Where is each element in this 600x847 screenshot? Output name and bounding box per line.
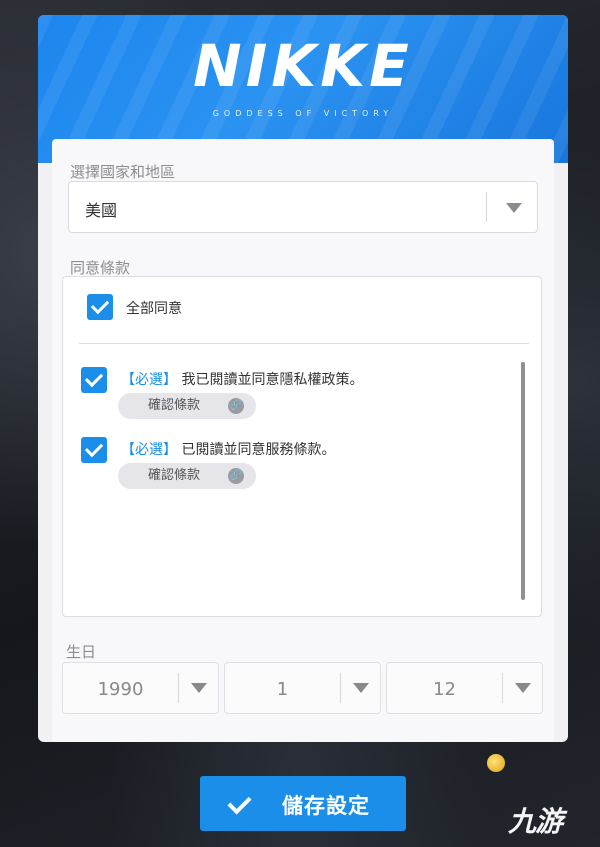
privacy-text: 我已閱讀並同意隱私權政策。: [181, 372, 364, 388]
required-tag: 【必選】: [121, 372, 177, 388]
divider: [79, 343, 529, 344]
select-divider: [178, 673, 179, 703]
chevron-down-icon[interactable]: [191, 683, 207, 693]
select-divider: [486, 192, 487, 222]
day-value: 12: [433, 679, 456, 700]
agree-all-label[interactable]: 全部同意: [126, 298, 182, 318]
watermark-logo: 九游: [508, 800, 563, 840]
birth-year-select[interactable]: 1990: [62, 662, 219, 714]
service-text: 已閱讀並同意服務條款。: [181, 442, 336, 458]
coin-icon: [487, 754, 505, 772]
nikke-logo: NIKKE: [193, 32, 413, 100]
service-terms-text: 【必選】 已閱讀並同意服務條款。: [121, 439, 335, 459]
required-tag: 【必選】: [121, 442, 177, 458]
birthday-label: 生日: [66, 643, 97, 661]
service-checkbox[interactable]: [81, 437, 107, 463]
select-divider: [502, 673, 503, 703]
chevron-down-icon[interactable]: [353, 683, 369, 693]
save-settings-button[interactable]: 儲存設定: [200, 776, 406, 831]
region-value: 美國: [85, 201, 118, 220]
region-select[interactable]: 美國: [68, 181, 538, 233]
check-icon: [227, 790, 252, 815]
link-icon: 🔗: [228, 398, 244, 414]
privacy-checkbox[interactable]: [81, 367, 107, 393]
chevron-down-icon[interactable]: [515, 683, 531, 693]
service-confirm-link[interactable]: 確認條款 🔗: [118, 463, 256, 489]
birth-month-select[interactable]: 1: [224, 662, 381, 714]
confirm-label: 確認條款: [148, 468, 201, 483]
chevron-down-icon[interactable]: [506, 203, 522, 213]
terms-box: 全部同意 【必選】 我已閱讀並同意隱私權政策。 確認條款 🔗 【必選】 已閱讀並…: [62, 276, 542, 617]
confirm-label: 確認條款: [148, 398, 201, 413]
year-value: 1990: [97, 679, 144, 700]
link-icon: 🔗: [228, 468, 244, 484]
select-divider: [340, 673, 341, 703]
month-value: 1: [276, 679, 289, 700]
privacy-confirm-link[interactable]: 確認條款 🔗: [118, 393, 256, 419]
settings-dialog: NIKKE GODDESS OF VICTORY 選擇國家和地區 美國 同意條款…: [38, 15, 568, 742]
terms-scrollbar[interactable]: [521, 362, 525, 600]
terms-label: 同意條款: [70, 259, 131, 277]
region-label: 選擇國家和地區: [70, 163, 176, 181]
logo-subtitle: GODDESS OF VICTORY: [212, 109, 394, 118]
watermark-text: 九游: [508, 805, 563, 838]
save-button-label: 儲存設定: [282, 794, 370, 818]
agree-all-checkbox[interactable]: [87, 294, 113, 320]
birth-day-select[interactable]: 12: [386, 662, 543, 714]
privacy-terms-text: 【必選】 我已閱讀並同意隱私權政策。: [121, 369, 363, 389]
